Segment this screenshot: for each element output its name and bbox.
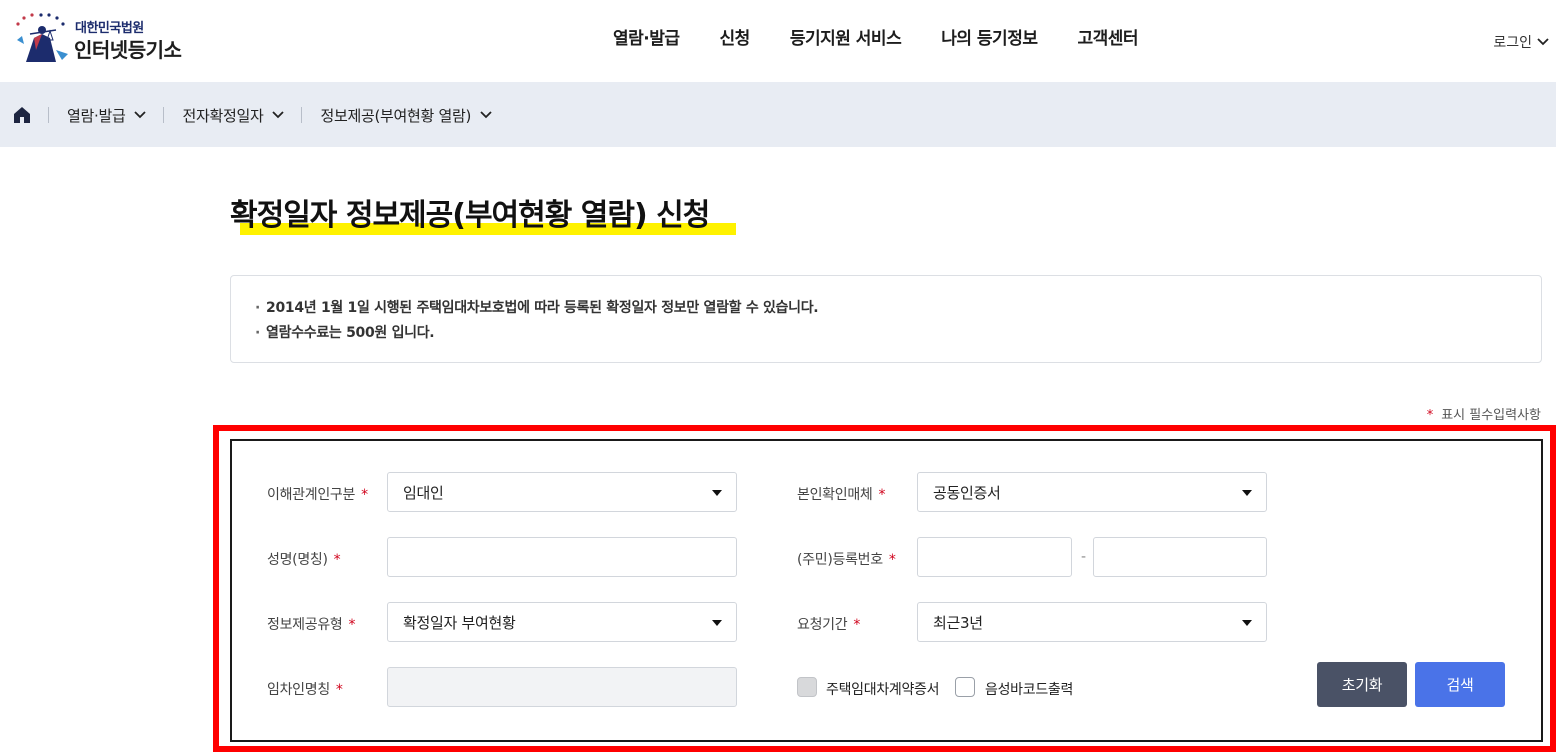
name-label: 성명(명칭) * bbox=[267, 552, 341, 568]
notice-box: 2014년 1월 1일 시행된 주택임대차보호법에 따라 등록된 확정일자 정보… bbox=[230, 275, 1542, 363]
required-mark: * bbox=[853, 617, 861, 633]
required-mark: * bbox=[888, 552, 896, 568]
nav-item-customer-center[interactable]: 고객센터 bbox=[1077, 24, 1138, 49]
chevron-down-icon bbox=[480, 111, 492, 119]
contract-certificate-checkbox[interactable] bbox=[797, 677, 817, 697]
search-form: 이해관계인구분 * 임대인 본인확인매체 * 공동인증서 성명(명칭) * (주민)등… bbox=[230, 439, 1543, 742]
caret-down-icon bbox=[712, 490, 722, 496]
notice-item: 열람수수료는 500원 입니다. bbox=[255, 321, 1517, 346]
breadcrumb-divider bbox=[163, 107, 165, 123]
period-label: 요청기간 * bbox=[797, 617, 861, 633]
party-type-value: 임대인 bbox=[403, 483, 444, 502]
info-type-select[interactable]: 확정일자 부여현황 bbox=[387, 602, 737, 642]
court-emblem-icon bbox=[16, 13, 68, 62]
caret-down-icon bbox=[1242, 620, 1252, 626]
home-icon[interactable] bbox=[12, 105, 32, 125]
logo-title: 인터넷등기소 bbox=[74, 38, 182, 62]
name-input[interactable] bbox=[387, 537, 737, 577]
breadcrumb-bar: 열람·발급 전자확정일자 정보제공(부여현황 열람) bbox=[0, 82, 1556, 147]
breadcrumb-item-e-fixed-date[interactable]: 전자확정일자 bbox=[182, 105, 285, 126]
page-title-block: 확정일자 정보제공(부여현황 열람) 신청 bbox=[230, 190, 736, 235]
period-select[interactable]: 최근3년 bbox=[917, 602, 1267, 642]
reg-no-second-input[interactable] bbox=[1093, 537, 1267, 577]
reg-no-first-input[interactable] bbox=[917, 537, 1072, 577]
breadcrumb-label: 정보제공(부여현황 열람) bbox=[320, 106, 472, 125]
required-mark: * bbox=[335, 682, 343, 698]
period-value: 최근3년 bbox=[933, 613, 983, 632]
info-type-label: 정보제공유형 * bbox=[267, 617, 356, 633]
chevron-down-icon bbox=[1537, 38, 1549, 46]
site-logo[interactable]: 대한민국법원 인터넷등기소 bbox=[12, 10, 202, 66]
contract-certificate-label: 주택임대차계약증서 bbox=[826, 682, 940, 698]
main-nav: 열람·발급 신청 등기지원 서비스 나의 등기정보 고객센터 bbox=[613, 24, 1178, 49]
reg-no-separator: - bbox=[1081, 549, 1087, 565]
nav-item-support[interactable]: 등기지원 서비스 bbox=[790, 24, 902, 49]
breadcrumb: 열람·발급 전자확정일자 정보제공(부여현황 열람) bbox=[12, 104, 493, 126]
required-mark: * bbox=[1426, 408, 1434, 423]
tenant-name-label: 임차인명칭 * bbox=[267, 682, 343, 698]
required-note-text: 표시 필수입력사항 bbox=[1441, 408, 1541, 423]
breadcrumb-item-info-provision[interactable]: 정보제공(부여현황 열람) bbox=[320, 105, 493, 126]
caret-down-icon bbox=[1242, 490, 1252, 496]
nav-item-view-issue[interactable]: 열람·발급 bbox=[613, 24, 680, 49]
id-medium-label: 본인확인매체 * bbox=[797, 487, 886, 503]
required-mark: * bbox=[348, 617, 356, 633]
breadcrumb-item-view-issue[interactable]: 열람·발급 bbox=[67, 105, 147, 126]
id-medium-select[interactable]: 공동인증서 bbox=[917, 472, 1267, 512]
tenant-name-input[interactable] bbox=[387, 667, 737, 707]
voice-barcode-checkbox[interactable] bbox=[955, 677, 975, 697]
notice-item: 2014년 1월 1일 시행된 주택임대차보호법에 따라 등록된 확정일자 정보… bbox=[255, 296, 1517, 321]
party-type-select[interactable]: 임대인 bbox=[387, 472, 737, 512]
site-header: 대한민국법원 인터넷등기소 열람·발급 신청 등기지원 서비스 나의 등기정보 … bbox=[0, 0, 1556, 82]
info-type-value: 확정일자 부여현황 bbox=[403, 613, 516, 632]
required-mark: * bbox=[361, 487, 368, 503]
reset-button[interactable]: 초기화 bbox=[1317, 662, 1407, 707]
breadcrumb-divider bbox=[48, 107, 49, 123]
voice-barcode-label: 음성바코드출력 bbox=[985, 682, 1074, 698]
reg-no-label: (주민)등록번호 * bbox=[797, 552, 896, 568]
page-title: 확정일자 정보제공(부여현황 열람) 신청 bbox=[230, 198, 710, 233]
required-field-note: * 표시 필수입력사항 bbox=[1427, 404, 1541, 423]
breadcrumb-label: 열람·발급 bbox=[67, 106, 126, 125]
caret-down-icon bbox=[712, 620, 722, 626]
breadcrumb-divider bbox=[301, 107, 303, 123]
required-mark: * bbox=[333, 552, 341, 568]
breadcrumb-label: 전자확정일자 bbox=[182, 106, 264, 125]
nav-item-my-info[interactable]: 나의 등기정보 bbox=[941, 24, 1038, 49]
party-type-label: 이해관계인구분 * bbox=[267, 487, 368, 503]
chevron-down-icon bbox=[134, 111, 147, 119]
chevron-down-icon bbox=[272, 111, 285, 119]
search-button[interactable]: 검색 bbox=[1415, 662, 1505, 707]
id-medium-value: 공동인증서 bbox=[933, 483, 1001, 502]
login-button[interactable]: 로그인 bbox=[1493, 32, 1550, 52]
login-label: 로그인 bbox=[1493, 35, 1532, 51]
nav-item-apply[interactable]: 신청 bbox=[720, 24, 751, 49]
required-mark: * bbox=[878, 487, 886, 503]
